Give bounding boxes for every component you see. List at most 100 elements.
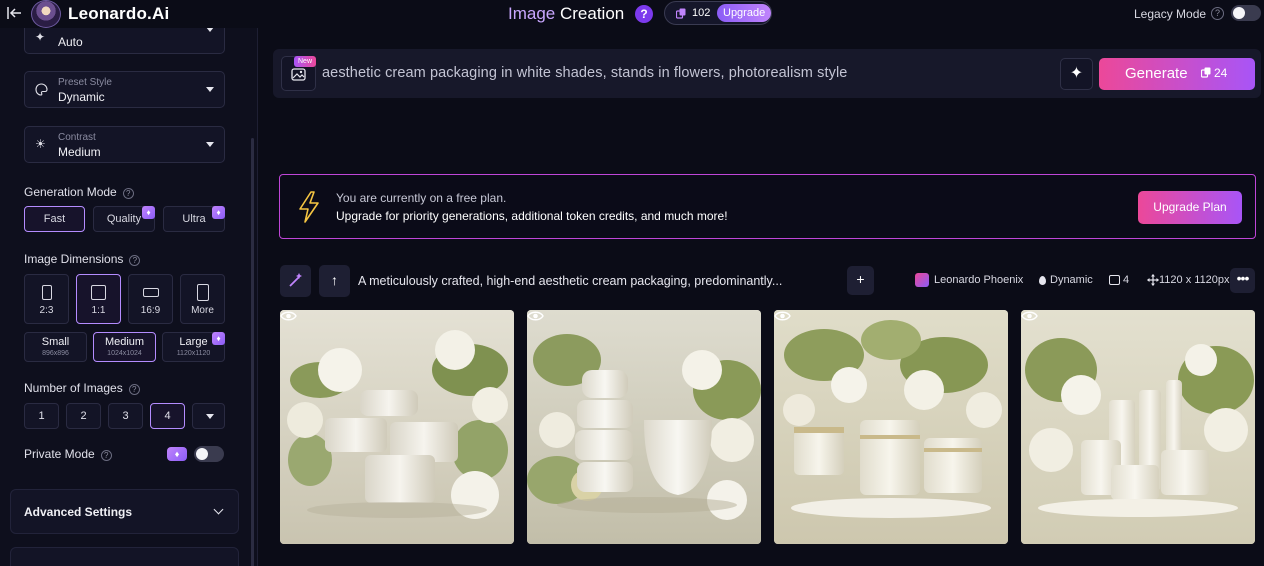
- mode-ultra-label: Ultra: [182, 213, 206, 225]
- image-icon: [291, 68, 306, 81]
- size-large-button[interactable]: Large 1120x1120 ♦: [162, 332, 225, 362]
- help-icon[interactable]: ?: [122, 188, 134, 199]
- private-mode-toggle[interactable]: [194, 446, 224, 462]
- upgrade-button[interactable]: Upgrade: [717, 4, 772, 22]
- ratio-2-3-button[interactable]: 2:3: [24, 274, 69, 324]
- advanced-settings-panel[interactable]: Advanced Settings: [10, 489, 239, 534]
- chevron-down-icon: [213, 504, 224, 515]
- banner-line2: Upgrade for priority generations, additi…: [336, 209, 728, 223]
- generated-image-4[interactable]: [1021, 310, 1255, 544]
- image-prompt-button[interactable]: New: [281, 56, 317, 91]
- legacy-mode-toggle[interactable]: [1231, 5, 1261, 21]
- private-mode-heading: Private Mode?: [24, 447, 112, 461]
- help-icon[interactable]: ?: [129, 255, 141, 266]
- eye-icon[interactable]: [774, 310, 791, 322]
- ratio-16-9-button[interactable]: 16:9: [128, 274, 173, 324]
- portrait-ratio-icon: [42, 285, 52, 300]
- caret-down-icon: [206, 142, 214, 147]
- mode-ultra-button[interactable]: Ultra ♦: [163, 206, 225, 232]
- sparkle-icon: ✦: [35, 30, 46, 44]
- collapse-sidebar-icon[interactable]: [6, 6, 22, 20]
- new-badge: New: [294, 56, 317, 67]
- image-content: [1021, 310, 1255, 544]
- size-dims: 1120x1120: [176, 350, 211, 357]
- image-content: [280, 310, 514, 544]
- legacy-mode-label: Legacy Mode: [1134, 7, 1207, 21]
- page-title-part1: Image: [508, 4, 556, 23]
- generation-count: 4: [1123, 274, 1130, 286]
- caret-down-icon: [206, 414, 214, 419]
- token-icon: [676, 8, 686, 19]
- plus-icon: +: [856, 271, 865, 287]
- image-dimensions-heading: Image Dimensions?: [24, 252, 141, 266]
- reuse-prompt-button[interactable]: ↑: [319, 265, 350, 297]
- ratio-more-button[interactable]: More: [180, 274, 225, 324]
- generated-image-2[interactable]: [527, 310, 761, 544]
- sidebar-scrollbar[interactable]: [251, 138, 254, 566]
- mode-quality-button[interactable]: Quality ♦: [93, 206, 155, 232]
- generate-button[interactable]: Generate 24: [1099, 58, 1255, 90]
- eye-icon[interactable]: [1021, 310, 1038, 322]
- more-options-button[interactable]: •••: [1230, 268, 1255, 293]
- contrast-select[interactable]: ☀ Contrast Medium: [24, 126, 225, 163]
- contrast-caption: Contrast: [58, 132, 96, 143]
- prompt-bar: New aesthetic cream packaging in white s…: [273, 49, 1261, 98]
- generation-mode-label: Generation Mode: [24, 185, 117, 199]
- token-balance[interactable]: 102 Upgrade: [664, 1, 772, 25]
- generated-image-3[interactable]: [774, 310, 1008, 544]
- images-more-dropdown[interactable]: [192, 403, 225, 429]
- upgrade-plan-button[interactable]: Upgrade Plan: [1138, 191, 1242, 224]
- style-drop-icon: [1039, 276, 1046, 285]
- lightning-icon: [299, 191, 319, 223]
- page-title: Image Creation: [508, 4, 624, 24]
- image-content: [527, 310, 761, 544]
- ratio-label: More: [191, 305, 214, 316]
- premium-gem-icon: ♦: [142, 206, 155, 219]
- images-2-button[interactable]: 2: [66, 403, 101, 429]
- caret-down-icon: [206, 87, 214, 92]
- ratio-label: 16:9: [140, 305, 161, 316]
- legacy-help-icon[interactable]: ?: [1211, 7, 1224, 20]
- generation-mode-heading: Generation Mode?: [24, 185, 134, 199]
- size-name: Small: [41, 336, 70, 348]
- generation-prompt[interactable]: A meticulously crafted, high-end aesthet…: [358, 274, 782, 288]
- advanced-settings-label: Advanced Settings: [24, 505, 133, 519]
- prompt-input[interactable]: aesthetic cream packaging in white shade…: [322, 65, 847, 81]
- top-select[interactable]: ✦ Auto: [24, 28, 225, 54]
- magic-wand-icon: [289, 273, 302, 287]
- eye-icon[interactable]: [527, 310, 544, 322]
- generated-image-1[interactable]: [280, 310, 514, 544]
- size-medium-button[interactable]: Medium 1024x1024: [93, 332, 156, 362]
- images-1-button[interactable]: 1: [24, 403, 59, 429]
- premium-gem-icon: ♦: [212, 332, 225, 345]
- collapsed-panel[interactable]: [10, 547, 239, 566]
- size-dims: 896x896: [42, 350, 69, 357]
- size-name: Medium: [104, 336, 145, 348]
- premium-gem-icon: ♦: [212, 206, 225, 219]
- help-icon[interactable]: ?: [128, 384, 140, 395]
- app-name[interactable]: Leonardo.Ai: [68, 4, 169, 24]
- palette-icon: [35, 83, 48, 96]
- logo-avatar[interactable]: [31, 0, 61, 28]
- images-4-button[interactable]: 4: [150, 403, 185, 429]
- images-3-button[interactable]: 3: [108, 403, 143, 429]
- mode-quality-label: Quality: [106, 213, 142, 225]
- preset-style-select[interactable]: Preset Style Dynamic: [24, 71, 225, 108]
- ratio-1-1-button[interactable]: 1:1: [76, 274, 121, 324]
- top-select-value: Auto: [58, 35, 83, 49]
- eye-icon[interactable]: [280, 310, 297, 322]
- size-small-button[interactable]: Small 896x896: [24, 332, 87, 362]
- toggle-knob: [1233, 7, 1245, 19]
- help-icon[interactable]: ?: [635, 5, 653, 23]
- top-bar: Leonardo.Ai Image Creation ? 102 Upgrade…: [0, 0, 1264, 28]
- add-button[interactable]: +: [847, 266, 874, 295]
- help-icon[interactable]: ?: [100, 450, 112, 461]
- remix-button[interactable]: [280, 265, 311, 297]
- toggle-knob: [196, 448, 208, 460]
- prompt-enhance-button[interactable]: ✦: [1060, 58, 1093, 90]
- premium-gem-icon: ♦: [167, 447, 187, 461]
- number-of-images-label: Number of Images: [24, 381, 123, 395]
- mode-fast-button[interactable]: Fast: [24, 206, 85, 232]
- ratio-label: 2:3: [39, 305, 54, 316]
- images-stack-icon: [1109, 275, 1120, 285]
